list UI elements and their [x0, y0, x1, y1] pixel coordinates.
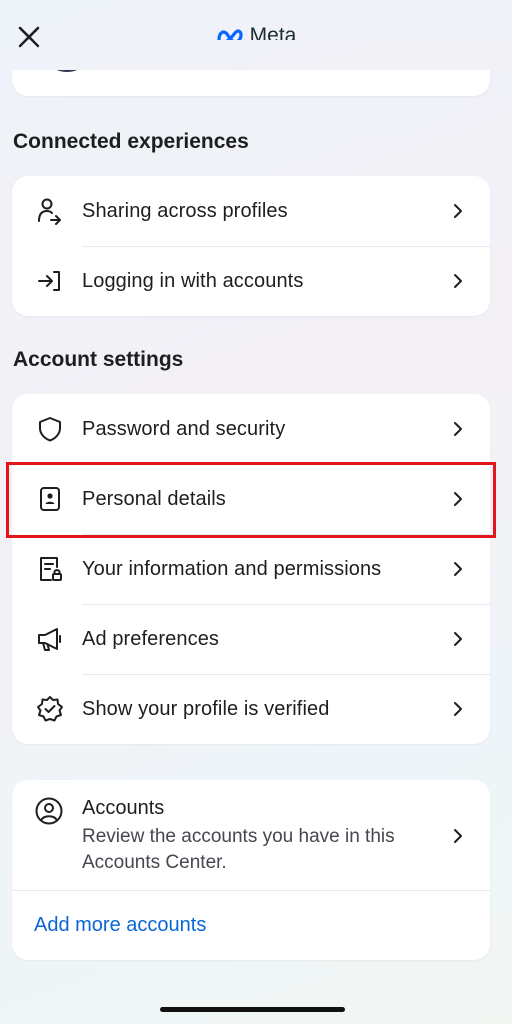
chevron-right-icon	[450, 701, 466, 717]
account-settings-card: Password and security Personal details Y…	[12, 394, 490, 744]
person-share-icon	[36, 197, 64, 225]
row-ad-preferences[interactable]: Ad preferences	[12, 604, 490, 674]
section-title-connected: Connected experiences	[13, 130, 249, 153]
row-label: Show your profile is verified	[82, 697, 330, 720]
document-lock-icon	[36, 555, 64, 583]
connected-card: Sharing across profiles Logging in with …	[12, 176, 490, 316]
row-logging-in-with-accounts[interactable]: Logging in with accounts	[12, 246, 490, 316]
verified-badge-icon	[36, 695, 64, 723]
megaphone-icon	[36, 625, 64, 653]
chevron-right-icon	[450, 273, 466, 289]
chevron-right-icon	[450, 561, 466, 577]
add-more-accounts-link[interactable]: Add more accounts	[34, 914, 206, 937]
header-backdrop	[0, 40, 512, 70]
row-label: Logging in with accounts	[82, 269, 304, 292]
accounts-card: Accounts Review the accounts you have in…	[12, 780, 490, 960]
accounts-description: Review the accounts you have in this Acc…	[82, 826, 395, 873]
chevron-right-icon	[450, 203, 466, 219]
section-title-account-settings: Account settings	[13, 348, 184, 371]
row-your-information-and-permissions[interactable]: Your information and permissions	[12, 534, 490, 604]
row-password-and-security[interactable]: Password and security	[12, 394, 490, 464]
chevron-right-icon	[452, 828, 464, 849]
login-arrow-icon	[36, 267, 64, 295]
chevron-right-icon	[450, 421, 466, 437]
home-indicator[interactable]	[160, 1007, 345, 1012]
account-circle-icon	[34, 796, 64, 826]
row-label: Sharing across profiles	[82, 199, 288, 222]
row-label: Ad preferences	[82, 627, 220, 650]
row-show-profile-verified[interactable]: Show your profile is verified	[12, 674, 490, 744]
accounts-row[interactable]: Accounts Review the accounts you have in…	[12, 780, 490, 890]
row-label: Your information and permissions	[82, 557, 382, 580]
shield-icon	[36, 415, 64, 443]
chevron-right-icon	[450, 631, 466, 647]
highlight-box	[6, 462, 496, 538]
row-label: Password and security	[82, 417, 286, 440]
accounts-title: Accounts	[82, 797, 165, 819]
divider	[12, 890, 490, 891]
row-sharing-across-profiles[interactable]: Sharing across profiles	[12, 176, 490, 246]
